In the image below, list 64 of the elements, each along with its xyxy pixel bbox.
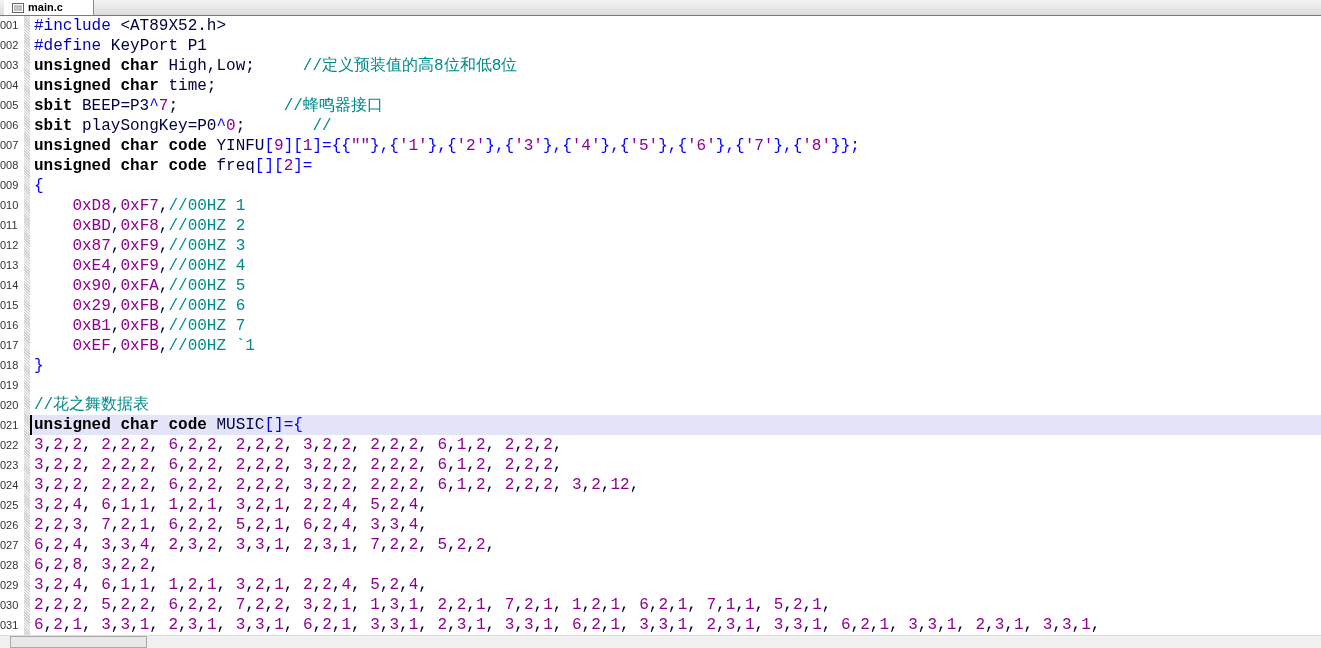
- code-line: 0xE4,0xF9,//00HZ 4: [71, 256, 247, 276]
- code-line: #define KeyPort P1: [33, 36, 208, 56]
- code-line: 6,2,1, 3,3,1, 2,3,1, 3,3,1, 6,2,1, 3,3,1, 2,3,1, 3,3,1, 6,2,1, 3,3,1, 2,3,1, 3,3,1, 6,2,1, 3,3,1, 2,3,1, 3,3,1,: [33, 615, 1102, 635]
- code-line: 0x29,0xFB,//00HZ 6: [71, 296, 247, 316]
- code-line: 6,2,8, 3,2,2,: [33, 555, 160, 575]
- line-number: 030: [0, 599, 20, 611]
- code-line: 3,2,4, 6,1,1, 1,2,1, 3,2,1, 2,2,4, 5,2,4,: [33, 575, 429, 595]
- code-line: sbit BEEP=P3^7; //蜂鸣器接口: [33, 96, 384, 116]
- code-line: unsigned char code YINFU[9][1]={{""},{'1'},{'2'},{'3'},{'4'},{'5'},{'6'},{'7'},{'8'}};: [33, 136, 861, 156]
- line-number: 014: [0, 280, 20, 292]
- code-line: //花之舞数据表: [33, 395, 151, 415]
- line-number: 022: [0, 439, 20, 451]
- code-line: 3,2,2, 2,2,2, 6,2,2, 2,2,2, 3,2,2, 2,2,2, 6,1,2, 2,2,2, 3,2,12,: [33, 475, 641, 495]
- code-line: 0xB1,0xFB,//00HZ 7: [71, 316, 247, 336]
- line-number: 006: [0, 120, 20, 132]
- code-line: unsigned char code freq[][2]=: [33, 156, 314, 176]
- file-icon: [12, 2, 24, 13]
- code-line: 3,2,2, 2,2,2, 6,2,2, 2,2,2, 3,2,2, 2,2,2, 6,1,2, 2,2,2,: [33, 455, 564, 475]
- line-number: 010: [0, 200, 20, 212]
- code-line: 3,2,4, 6,1,1, 1,2,1, 3,2,1, 2,2,4, 5,2,4,: [33, 495, 429, 515]
- code-line: {: [33, 176, 45, 196]
- code-line: #include <AT89X52.h>: [33, 16, 228, 36]
- code-line: unsigned char High,Low; //定义预装值的高8位和低8位: [33, 56, 519, 76]
- line-number: 024: [0, 479, 20, 491]
- line-number: 027: [0, 539, 20, 551]
- line-number: 028: [0, 559, 20, 571]
- line-number: 016: [0, 320, 20, 331]
- code-line: 0xBD,0xF8,//00HZ 2: [71, 216, 247, 236]
- line-number: 008: [0, 160, 20, 172]
- line-number: 015: [0, 300, 20, 312]
- line-number: 017: [0, 340, 20, 351]
- line-number: 004: [0, 80, 20, 92]
- code-line: 2,2,3, 7,2,1, 6,2,2, 5,2,1, 6,2,4, 3,3,4,: [33, 515, 429, 535]
- line-number: 007: [0, 140, 20, 152]
- code-line: sbit playSongKey=P0^0; //: [33, 116, 333, 136]
- line-number: 013: [0, 260, 20, 272]
- line-number: 019: [0, 379, 20, 391]
- line-number: 020: [0, 399, 20, 411]
- line-number: 011: [0, 220, 19, 232]
- code-line: 0xD8,0xF7,//00HZ 1: [71, 196, 247, 216]
- line-number: 005: [0, 100, 20, 112]
- horizontal-scrollbar[interactable]: [0, 635, 1321, 648]
- code-line: 6,2,4, 3,3,4, 2,3,2, 3,3,1, 2,3,1, 7,2,2, 5,2,2,: [33, 535, 497, 555]
- line-number: 012: [0, 240, 20, 252]
- line-number: 029: [0, 579, 20, 591]
- line-number: 031: [0, 619, 20, 631]
- code-line: 2,2,2, 5,2,2, 6,2,2, 7,2,2, 3,2,1, 1,3,1, 2,2,1, 7,2,1, 1,2,1, 6,2,1, 7,1,1, 5,2,1,: [33, 595, 833, 615]
- line-number: 018: [0, 359, 20, 371]
- line-number: 026: [0, 519, 20, 531]
- scrollbar-thumb[interactable]: [10, 636, 147, 648]
- line-number: 001: [0, 20, 20, 32]
- file-tab[interactable]: main.c: [4, 0, 94, 15]
- line-number: 021: [0, 419, 20, 431]
- code-line: 3,2,2, 2,2,2, 6,2,2, 2,2,2, 3,2,2, 2,2,2, 6,1,2, 2,2,2,: [33, 435, 564, 455]
- code-line: 0x90,0xFA,//00HZ 5: [71, 276, 247, 296]
- line-number: 003: [0, 60, 20, 72]
- code-line: }: [33, 356, 45, 376]
- line-number: 009: [0, 180, 20, 192]
- code-line: 0x87,0xF9,//00HZ 3: [71, 236, 247, 256]
- line-number: 025: [0, 499, 20, 511]
- code-line: 0xEF,0xFB,//00HZ `1: [71, 336, 256, 356]
- line-number: 002: [0, 40, 20, 52]
- code-line: unsigned char time;: [33, 76, 218, 96]
- line-number: 023: [0, 459, 20, 471]
